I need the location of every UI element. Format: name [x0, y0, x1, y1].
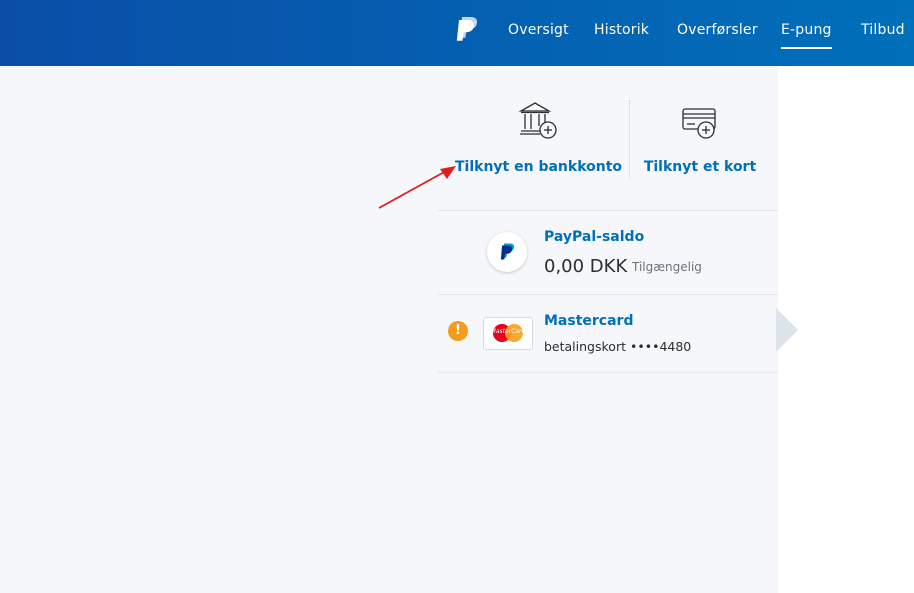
link-card-button[interactable]: Tilknyt et kort — [640, 101, 760, 175]
mastercard-title[interactable]: Mastercard — [544, 313, 633, 329]
paypal-balance-amount: 0,00 DKK — [544, 256, 628, 277]
link-card-label: Tilknyt et kort — [643, 159, 757, 175]
nav-item-overforsler[interactable]: Overførsler — [677, 22, 758, 38]
divider — [438, 372, 778, 373]
paypal-balance-status: Tilgængelig — [632, 260, 702, 274]
bank-add-icon — [518, 102, 557, 139]
paypal-balance-title[interactable]: PayPal-saldo — [544, 229, 644, 245]
paypal-logo-icon[interactable] — [455, 16, 479, 44]
link-bank-account-label: Tilknyt en bankkonto — [455, 159, 623, 175]
paypal-balance-avatar — [487, 232, 527, 272]
paypal-icon — [500, 243, 515, 260]
mastercard-detail: betalingskort ••••4480 — [544, 339, 692, 354]
nav-item-e-pung[interactable]: E-pung — [781, 22, 832, 49]
annotation-arrow-icon — [378, 166, 456, 209]
detail-pane — [778, 66, 914, 593]
action-divider — [629, 100, 630, 178]
nav-item-oversigt[interactable]: Oversigt — [508, 22, 569, 38]
mastercard-logo-text: MasterCard — [490, 328, 526, 335]
top-navigation-bar: Oversigt Historik Overførsler E-pung Til… — [0, 0, 914, 66]
selected-item-pointer — [776, 308, 798, 352]
mastercard-logo-icon: MasterCard — [483, 317, 533, 350]
warning-icon: ! — [448, 321, 468, 341]
nav-item-historik[interactable]: Historik — [594, 22, 649, 38]
link-bank-account-button[interactable]: Tilknyt en bankkonto — [455, 101, 623, 175]
card-add-icon — [682, 108, 716, 139]
nav-item-tilbud[interactable]: Tilbud — [861, 22, 905, 38]
